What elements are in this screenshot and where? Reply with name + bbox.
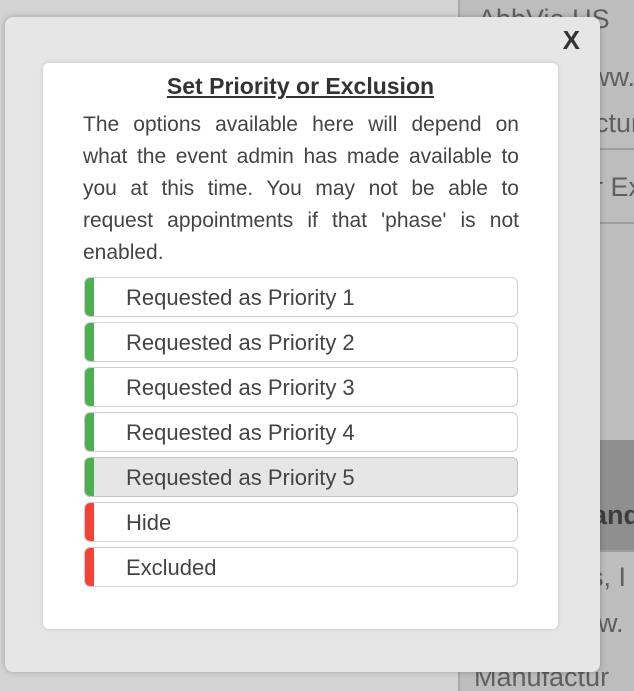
option-priority-1[interactable]: Requested as Priority 1 — [84, 277, 518, 317]
option-label: Requested as Priority 1 — [126, 285, 355, 310]
status-indicator — [85, 323, 94, 361]
option-priority-2[interactable]: Requested as Priority 2 — [84, 322, 518, 362]
background-text: ctur — [595, 108, 634, 138]
close-button[interactable]: X — [563, 27, 580, 53]
status-indicator — [85, 413, 94, 451]
background-text: w. — [598, 608, 624, 638]
modal-title: Set Priority or Exclusion — [166, 73, 435, 99]
background-text: r Ex — [594, 172, 634, 202]
priority-modal: X Set Priority or Exclusion The options … — [5, 17, 600, 672]
option-label: Requested as Priority 2 — [126, 330, 355, 355]
option-label: Excluded — [126, 555, 217, 580]
modal-card: Set Priority or Exclusion The options av… — [43, 63, 558, 629]
option-label: Requested as Priority 5 — [126, 465, 355, 490]
option-label: Requested as Priority 4 — [126, 420, 355, 445]
option-priority-3[interactable]: Requested as Priority 3 — [84, 367, 518, 407]
option-label: Hide — [126, 510, 172, 535]
option-excluded[interactable]: Excluded — [84, 547, 518, 587]
status-indicator — [85, 368, 94, 406]
option-priority-5[interactable]: Requested as Priority 5 — [84, 457, 518, 497]
priority-options-list: Requested as Priority 1 Requested as Pri… — [84, 277, 518, 592]
option-hide[interactable]: Hide — [84, 502, 518, 542]
status-indicator — [85, 458, 94, 496]
status-indicator — [85, 278, 94, 316]
option-label: Requested as Priority 3 — [126, 375, 355, 400]
status-indicator — [85, 548, 94, 586]
status-indicator — [85, 503, 94, 541]
option-priority-4[interactable]: Requested as Priority 4 — [84, 412, 518, 452]
modal-description: The options available here will depend o… — [83, 113, 519, 264]
background-band — [600, 440, 634, 550]
